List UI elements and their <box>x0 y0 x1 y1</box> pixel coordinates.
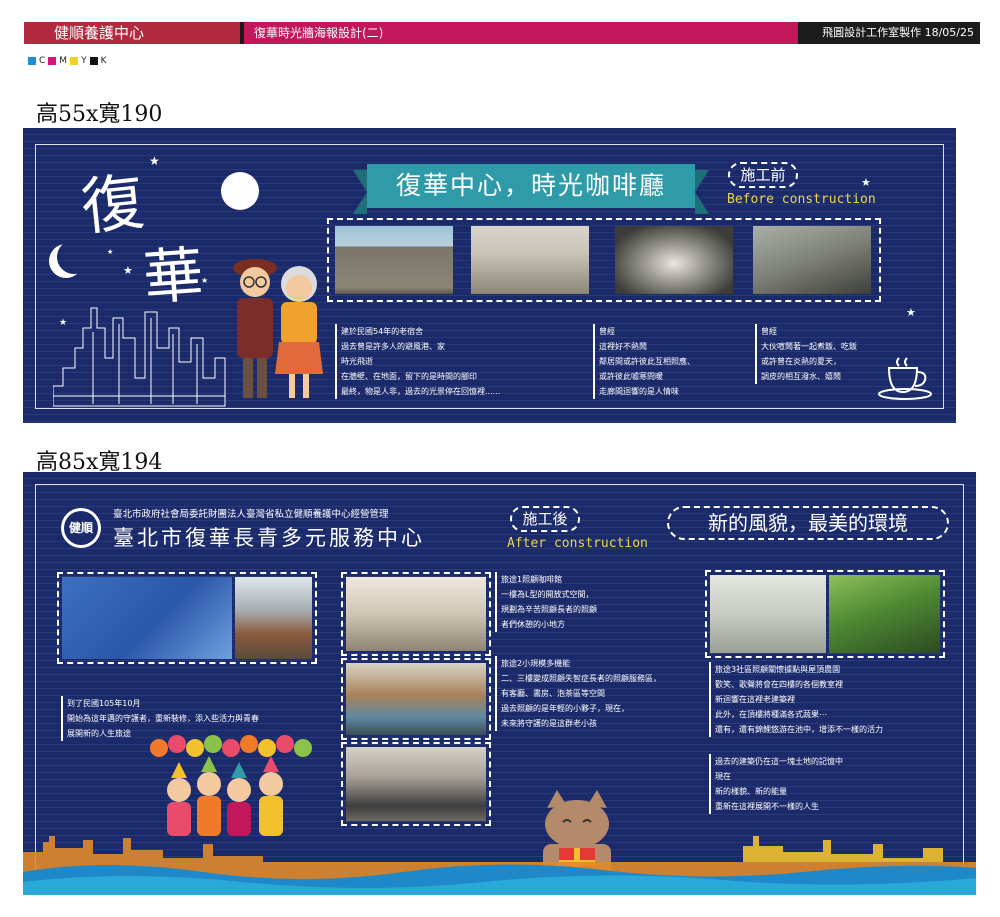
poster2-slogan: 新的風貌，最美的環境 <box>667 506 949 540</box>
poster2-text-4: 旅途3社區照顧關懷據點與屋頂農園 歡笑、歌聲將會在四樓的各個教室裡 新迴響在這裡… <box>709 662 955 737</box>
elderly-couple-illustration <box>233 259 323 398</box>
poster2: 健順 臺北市政府社會局委託財團法人臺灣省私立健順養護中心經營管理 臺北市復華長青… <box>23 472 976 895</box>
poster1-size-label: 高55x寬190 <box>36 102 163 127</box>
full-moon-icon <box>221 172 259 210</box>
coffee-cup-icon <box>878 357 932 400</box>
poster1-banner: 復華中心，時光咖啡廳 <box>367 164 695 208</box>
cyan-swatch <box>28 57 36 65</box>
poster2-logo: 健順 <box>64 511 98 545</box>
crescent-moon-icon <box>57 240 91 274</box>
star-icon: ★ <box>861 176 871 189</box>
after-photo-group-3 <box>705 570 945 658</box>
poster2-tag-en: After construction <box>507 536 648 551</box>
star-icon: ★ <box>201 276 209 285</box>
poster1-tag: 施工前 <box>728 162 798 188</box>
poster1-title-char1: 復 <box>77 164 148 245</box>
star-icon: ★ <box>107 248 114 256</box>
rooftop-garden-photo <box>829 575 940 653</box>
renovated-entrance-photo <box>235 577 312 659</box>
star-icon: ★ <box>906 306 916 319</box>
cmyk-m: M <box>59 56 68 66</box>
cmyk-c: C <box>39 56 46 66</box>
black-swatch <box>89 57 98 65</box>
empty-room-photo <box>471 226 589 294</box>
blue-mural-wall-photo <box>62 577 232 659</box>
poster2-text-2: 旅途1照顧咖啡館 一樓為L型的開放式空間， 規劃為辛苦照顧長者的照顧 者們休憩的… <box>495 572 701 632</box>
poster2-text-5: 過去的建築仍在這一塊土地的記憶中 現在 新的樣貌、新的能量 重新在這裡展開不一樣… <box>709 754 955 814</box>
city-skyline-illustration <box>53 307 226 407</box>
top-bar-credit: 飛圓設計工作室製作 18/05/25 <box>822 26 974 39</box>
after-photo-group-1 <box>57 572 317 664</box>
living-room-photo-frame <box>341 658 491 740</box>
lounge-sofa-photo <box>346 747 486 821</box>
corridor-photo <box>615 226 733 294</box>
living-room-photo <box>346 663 486 735</box>
banner-left-tail <box>353 170 367 214</box>
old-kitchen-photo <box>753 226 871 294</box>
poster1: 復 華 ★ ★ ★ ★ ★ ★ ★ 復華中心，時光咖啡廳 施工前 Before … <box>23 128 956 423</box>
activity-room-photo <box>710 575 826 653</box>
yellow-swatch <box>70 57 79 65</box>
top-bar-mid-title: 復華時光牆海報設計(二) <box>244 22 798 44</box>
magenta-swatch <box>48 57 57 65</box>
colorful-skyline-waves <box>23 836 976 895</box>
old-building-exterior-photo <box>335 226 453 294</box>
poster2-subtitle: 臺北市政府社會局委託財團法人臺灣省私立健順養護中心經營管理 <box>113 509 389 520</box>
cmyk-k: K <box>100 56 107 66</box>
poster2-tag: 施工後 <box>510 506 580 532</box>
poster1-text-1: 建於民國54年的老宿舍 過去曾是許多人的避風港、家 時光飛逝 在牆壁、在地面，留… <box>335 324 581 399</box>
star-icon: ★ <box>149 154 160 168</box>
cafe-photo <box>346 577 486 651</box>
cafe-photo-frame <box>341 572 491 656</box>
before-photo-strip <box>327 218 881 302</box>
poster2-text-3: 旅途2小規模多機能 二、三樓變成照顧失智症長者的照顧服務區， 有客廳、書房、泡茶… <box>495 656 707 731</box>
lounge-photo-frame <box>341 742 491 826</box>
cmyk-y: Y <box>81 56 87 66</box>
poster1-tag-en: Before construction <box>727 192 876 207</box>
poster1-text-2: 曾經 這裡好不熱鬧 鄰居間或許彼此互相照應、 或許彼此噓寒問暖 走廊間迴響的是人… <box>593 324 749 399</box>
top-bar-left-title: 健順養護中心 <box>24 22 240 44</box>
banner-right-tail <box>695 170 709 214</box>
star-icon: ★ <box>123 264 133 277</box>
cmyk-legend: C M Y K <box>28 54 106 68</box>
poster2-title: 臺北市復華長青多元服務中心 <box>113 526 425 550</box>
